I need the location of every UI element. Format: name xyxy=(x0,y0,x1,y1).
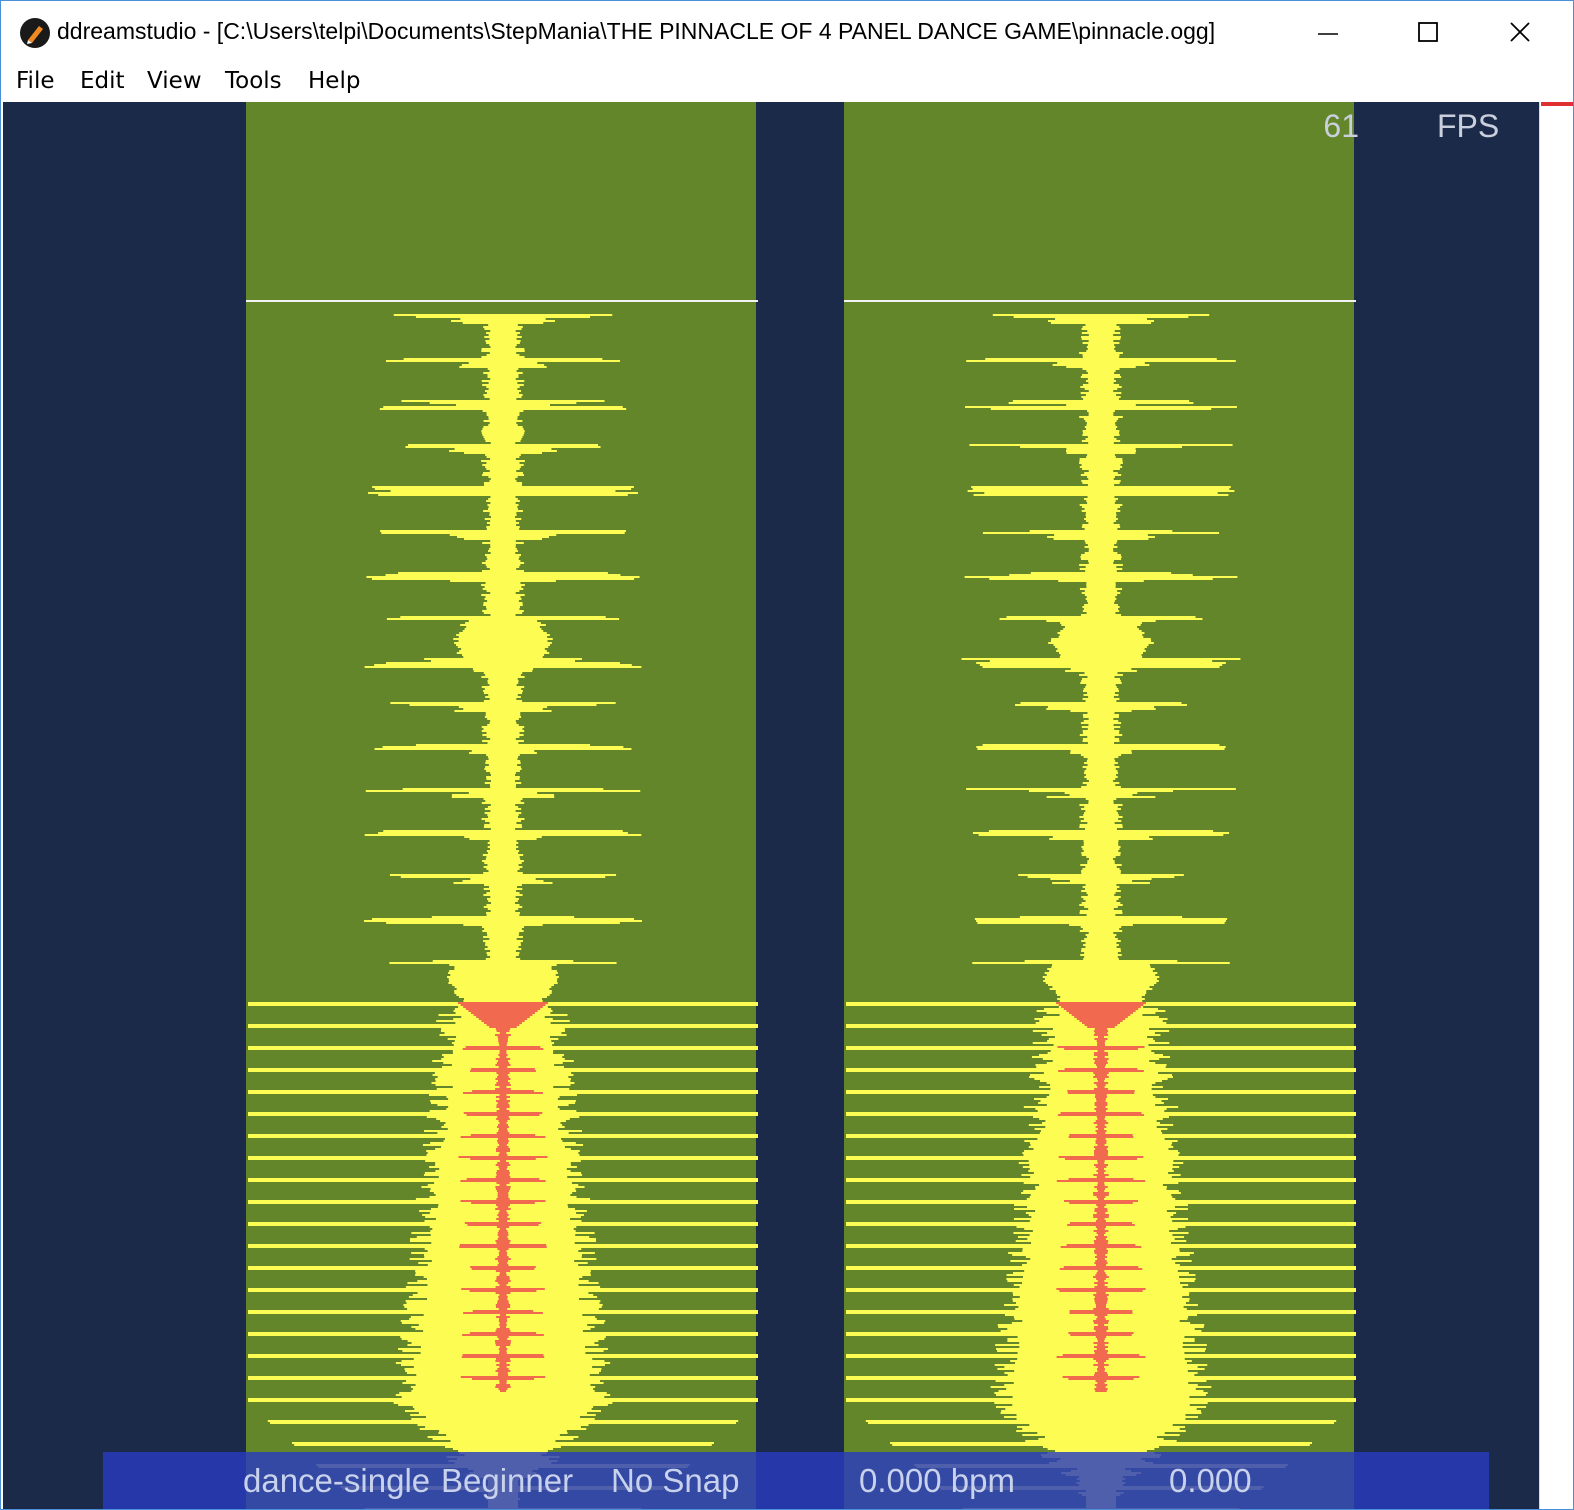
maximize-button[interactable] xyxy=(1393,7,1463,57)
menu-bar: File Edit View Tools Help xyxy=(1,63,1573,101)
maximize-icon xyxy=(1418,22,1438,42)
status-bpm: 0.000 bpm xyxy=(859,1462,1015,1499)
minimize-icon xyxy=(1318,33,1338,35)
menu-tools[interactable]: Tools xyxy=(225,68,282,94)
window-title: ddreamstudio - [C:\Users\telpi\Documents… xyxy=(57,18,1216,44)
minimize-button[interactable] xyxy=(1293,7,1363,57)
close-icon xyxy=(1510,22,1530,42)
menu-file[interactable]: File xyxy=(16,68,55,94)
status-snap: No Snap xyxy=(611,1462,740,1499)
app-logo-icon xyxy=(20,18,50,48)
receptor-line xyxy=(246,300,758,302)
waveform-display[interactable] xyxy=(3,102,1539,1509)
chart-editor-canvas[interactable]: 61 FPS dance-single Beginner No Snap 0.0… xyxy=(3,102,1539,1509)
status-style: dance-single xyxy=(243,1462,431,1499)
status-bar: dance-single Beginner No Snap 0.000 bpm … xyxy=(103,1452,1489,1509)
title-bar[interactable]: ddreamstudio - [C:\Users\telpi\Documents… xyxy=(1,1,1573,63)
fps-counter: 61 xyxy=(1323,108,1359,144)
receptor-line xyxy=(844,300,1356,302)
close-button[interactable] xyxy=(1485,7,1555,57)
vertical-scrollbar[interactable] xyxy=(1539,102,1573,1509)
fps-label: FPS xyxy=(1437,108,1500,144)
menu-edit[interactable]: Edit xyxy=(80,68,125,94)
menu-help[interactable]: Help xyxy=(308,68,360,94)
menu-view[interactable]: View xyxy=(147,68,202,94)
scrollbar-position-marker[interactable] xyxy=(1541,102,1573,106)
app-window: ddreamstudio - [C:\Users\telpi\Documents… xyxy=(0,0,1574,1510)
status-difficulty: Beginner xyxy=(441,1462,574,1499)
status-time: 0.000 xyxy=(1169,1462,1252,1499)
